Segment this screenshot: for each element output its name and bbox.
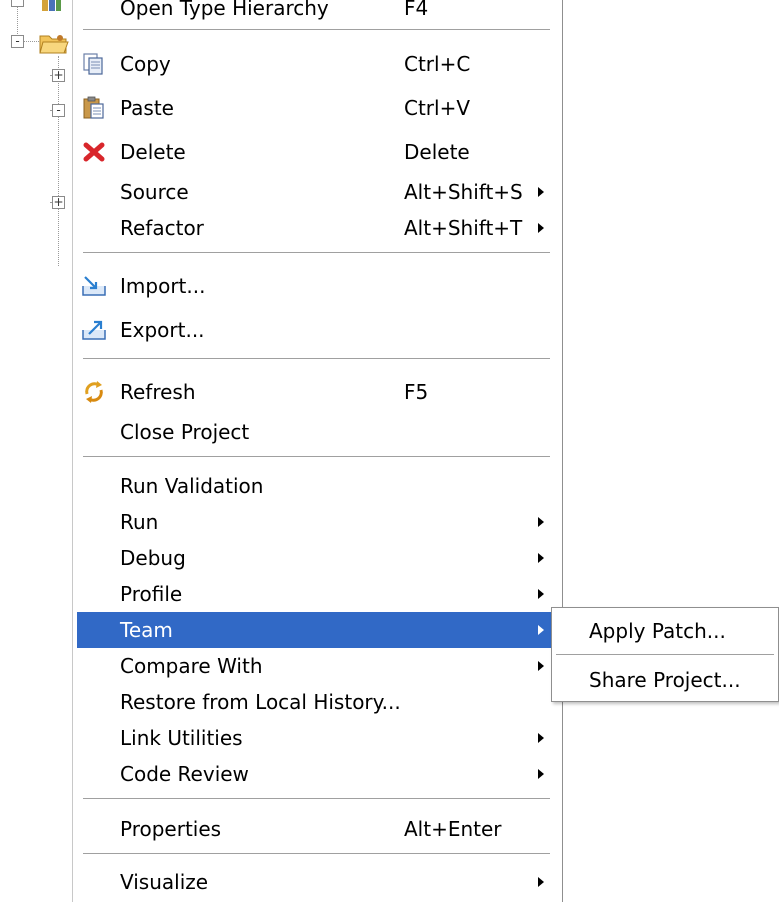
menu-item-compare-with[interactable]: Compare With: [77, 648, 556, 684]
context-menu: Open Type Hierarchy F4 Copy Ctrl+C Paste…: [72, 0, 563, 902]
menu-item-label: Profile: [120, 582, 183, 606]
menu-item-refactor[interactable]: Refactor Alt+Shift+T: [77, 210, 556, 246]
menu-item-label: Properties: [120, 817, 222, 841]
menu-item-shortcut: Alt+Shift+T: [404, 216, 523, 240]
project-folder-icon: [39, 35, 69, 54]
menu-item-export[interactable]: Export...: [77, 312, 556, 348]
menu-item-label: Export...: [120, 318, 205, 342]
submenu-arrow-icon: [538, 223, 544, 233]
submenu-arrow-icon: [538, 625, 544, 635]
menu-item-label: Restore from Local History...: [120, 690, 401, 714]
menu-item-run[interactable]: Run: [77, 504, 556, 540]
menu-item-open-type-hierarchy[interactable]: Open Type Hierarchy F4: [77, 0, 556, 20]
tree-expander-collapse[interactable]: -: [52, 104, 65, 117]
submenu-arrow-icon: [538, 733, 544, 743]
submenu-item-apply-patch[interactable]: Apply Patch...: [552, 611, 778, 651]
menu-separator: [83, 853, 550, 855]
menu-separator: [83, 358, 550, 360]
menu-item-label: Close Project: [120, 420, 250, 444]
submenu-arrow-icon: [538, 589, 544, 599]
menu-item-paste[interactable]: Paste Ctrl+V: [77, 90, 556, 126]
menu-item-copy[interactable]: Copy Ctrl+C: [77, 46, 556, 82]
tree-expander-collapse[interactable]: [11, 0, 24, 7]
submenu-arrow-icon: [538, 517, 544, 527]
tree-expander-expand[interactable]: +: [52, 69, 65, 82]
menu-item-label: Link Utilities: [120, 726, 243, 750]
menu-separator: [83, 456, 550, 458]
submenu-item-share-project[interactable]: Share Project...: [552, 660, 778, 700]
menu-item-refresh[interactable]: Refresh F5: [77, 374, 556, 410]
project-tree: - + - +: [0, 0, 72, 902]
menu-item-shortcut: Ctrl+V: [404, 96, 471, 120]
menu-item-properties[interactable]: Properties Alt+Enter: [77, 811, 556, 847]
submenu-arrow-icon: [538, 553, 544, 563]
submenu-item-label: Share Project...: [589, 668, 741, 692]
menu-separator: [83, 29, 550, 31]
menu-item-label: Copy: [120, 52, 171, 76]
menu-item-shortcut: F4: [404, 0, 429, 20]
tree-expander-collapse[interactable]: -: [11, 35, 24, 48]
menu-item-label: Code Review: [120, 762, 249, 786]
menu-item-run-validation[interactable]: Run Validation: [77, 468, 556, 504]
menu-item-label: Team: [120, 618, 173, 642]
menu-item-shortcut: Ctrl+C: [404, 52, 471, 76]
menu-item-code-review[interactable]: Code Review: [77, 756, 556, 792]
menu-item-shortcut: Alt+Enter: [404, 817, 502, 841]
menu-separator: [83, 252, 550, 254]
paste-icon: [83, 96, 104, 119]
menu-separator: [83, 798, 550, 800]
menu-item-profile[interactable]: Profile: [77, 576, 556, 612]
menu-item-visualize[interactable]: Visualize: [77, 864, 556, 900]
menu-item-label: Run Validation: [120, 474, 264, 498]
submenu-arrow-icon: [538, 769, 544, 779]
menu-item-label: Import...: [120, 274, 206, 298]
menu-item-delete[interactable]: Delete Delete: [77, 134, 556, 170]
menu-item-link-utilities[interactable]: Link Utilities: [77, 720, 556, 756]
delete-icon: [83, 142, 105, 162]
menu-item-team[interactable]: Team: [77, 612, 556, 648]
team-submenu: Apply Patch... Share Project...: [551, 607, 779, 702]
menu-item-label: Compare With: [120, 654, 263, 678]
menu-item-label: Source: [120, 180, 189, 204]
menu-item-label: Refactor: [120, 216, 204, 240]
submenu-arrow-icon: [538, 877, 544, 887]
menu-separator: [556, 654, 774, 656]
submenu-arrow-icon: [538, 661, 544, 671]
refresh-icon: [85, 381, 103, 403]
menu-item-label: Open Type Hierarchy: [120, 0, 329, 20]
menu-item-label: Delete: [120, 140, 186, 164]
import-icon: [82, 276, 106, 296]
menu-item-import[interactable]: Import...: [77, 268, 556, 304]
menu-item-label: Run: [120, 510, 159, 534]
menu-item-label: Paste: [120, 96, 174, 120]
menu-item-label: Visualize: [120, 870, 209, 894]
menu-item-shortcut: F5: [404, 380, 429, 404]
menu-item-restore-from-local-history[interactable]: Restore from Local History...: [77, 684, 556, 720]
submenu-item-label: Apply Patch...: [589, 619, 726, 643]
menu-item-shortcut: Alt+Shift+S: [404, 180, 523, 204]
library-icon: [42, 0, 61, 11]
tree-expander-expand[interactable]: +: [52, 196, 65, 209]
copy-icon: [83, 53, 103, 75]
menu-item-source[interactable]: Source Alt+Shift+S: [77, 174, 556, 210]
menu-item-shortcut: Delete: [404, 140, 470, 164]
menu-item-close-project[interactable]: Close Project: [77, 414, 556, 450]
submenu-arrow-icon: [538, 187, 544, 197]
export-icon: [82, 320, 106, 340]
menu-item-label: Debug: [120, 546, 186, 570]
menu-item-label: Refresh: [120, 380, 196, 404]
menu-item-debug[interactable]: Debug: [77, 540, 556, 576]
